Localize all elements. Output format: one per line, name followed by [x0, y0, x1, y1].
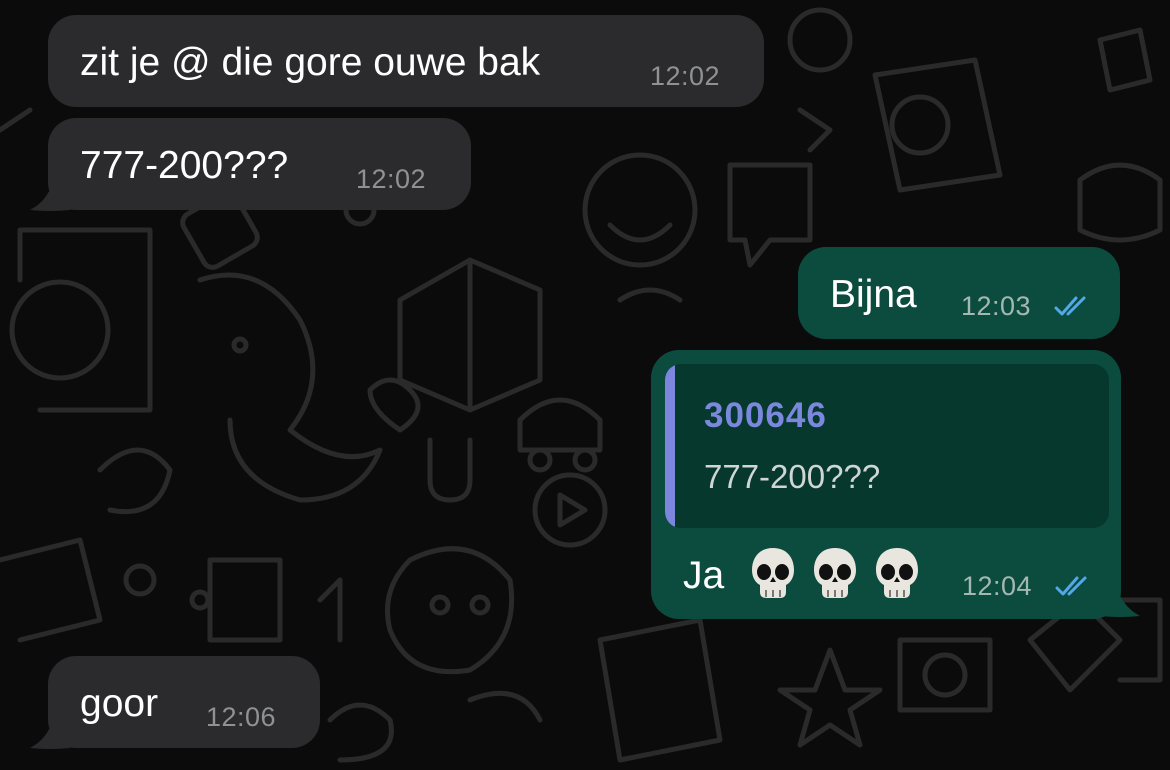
mic-doodle-icon	[427, 437, 473, 503]
message-time: 12:04	[962, 571, 1033, 601]
cat-doodle-icon	[1077, 162, 1163, 243]
message-text: zit je @ die gore ouwe bak	[80, 41, 541, 84]
incoming-message-bubble[interactable]: goor 12:06	[48, 656, 320, 748]
quoted-text: 777-200???	[704, 458, 881, 495]
message-text: 777-200???	[80, 144, 289, 187]
double-check-read-icon	[1054, 296, 1086, 316]
message-time: 12:02	[650, 61, 721, 91]
monkey-doodle-icon	[385, 546, 515, 675]
car-doodle-icon	[517, 397, 603, 453]
dinosaur-doodle-icon	[197, 272, 383, 503]
message-time: 12:03	[961, 291, 1032, 321]
hi-bubble-doodle-icon	[727, 162, 813, 268]
skull-emoji-icon	[814, 548, 856, 598]
quoted-author: 300646	[704, 396, 827, 435]
outgoing-message-bubble[interactable]: Bijna 12:03	[798, 247, 1120, 339]
book-doodle-icon	[597, 617, 723, 763]
message-text: Bijna	[830, 273, 917, 316]
incoming-message-bubble[interactable]: zit je @ die gore ouwe bak 12:02	[48, 15, 764, 107]
quoted-message[interactable]: 300646 777-200???	[665, 364, 1109, 528]
emoji-group	[749, 546, 921, 600]
phone-doodle-icon	[9, 279, 111, 381]
quote-accent-bar	[665, 364, 675, 528]
smiley-doodle-icon	[582, 152, 698, 268]
incoming-message-bubble[interactable]: 777-200??? 12:02	[48, 118, 471, 210]
message-text: Ja	[683, 554, 725, 597]
camera-doodle-icon	[897, 637, 993, 713]
double-check-read-icon	[1055, 576, 1087, 596]
skull-emoji-icon	[752, 548, 794, 598]
skull-emoji-icon	[876, 548, 918, 598]
outgoing-reply-bubble[interactable]: 300646 777-200??? Ja 12:04	[651, 350, 1121, 619]
message-time: 12:02	[356, 164, 427, 194]
message-time: 12:06	[206, 702, 277, 732]
message-text: goor	[80, 682, 159, 725]
